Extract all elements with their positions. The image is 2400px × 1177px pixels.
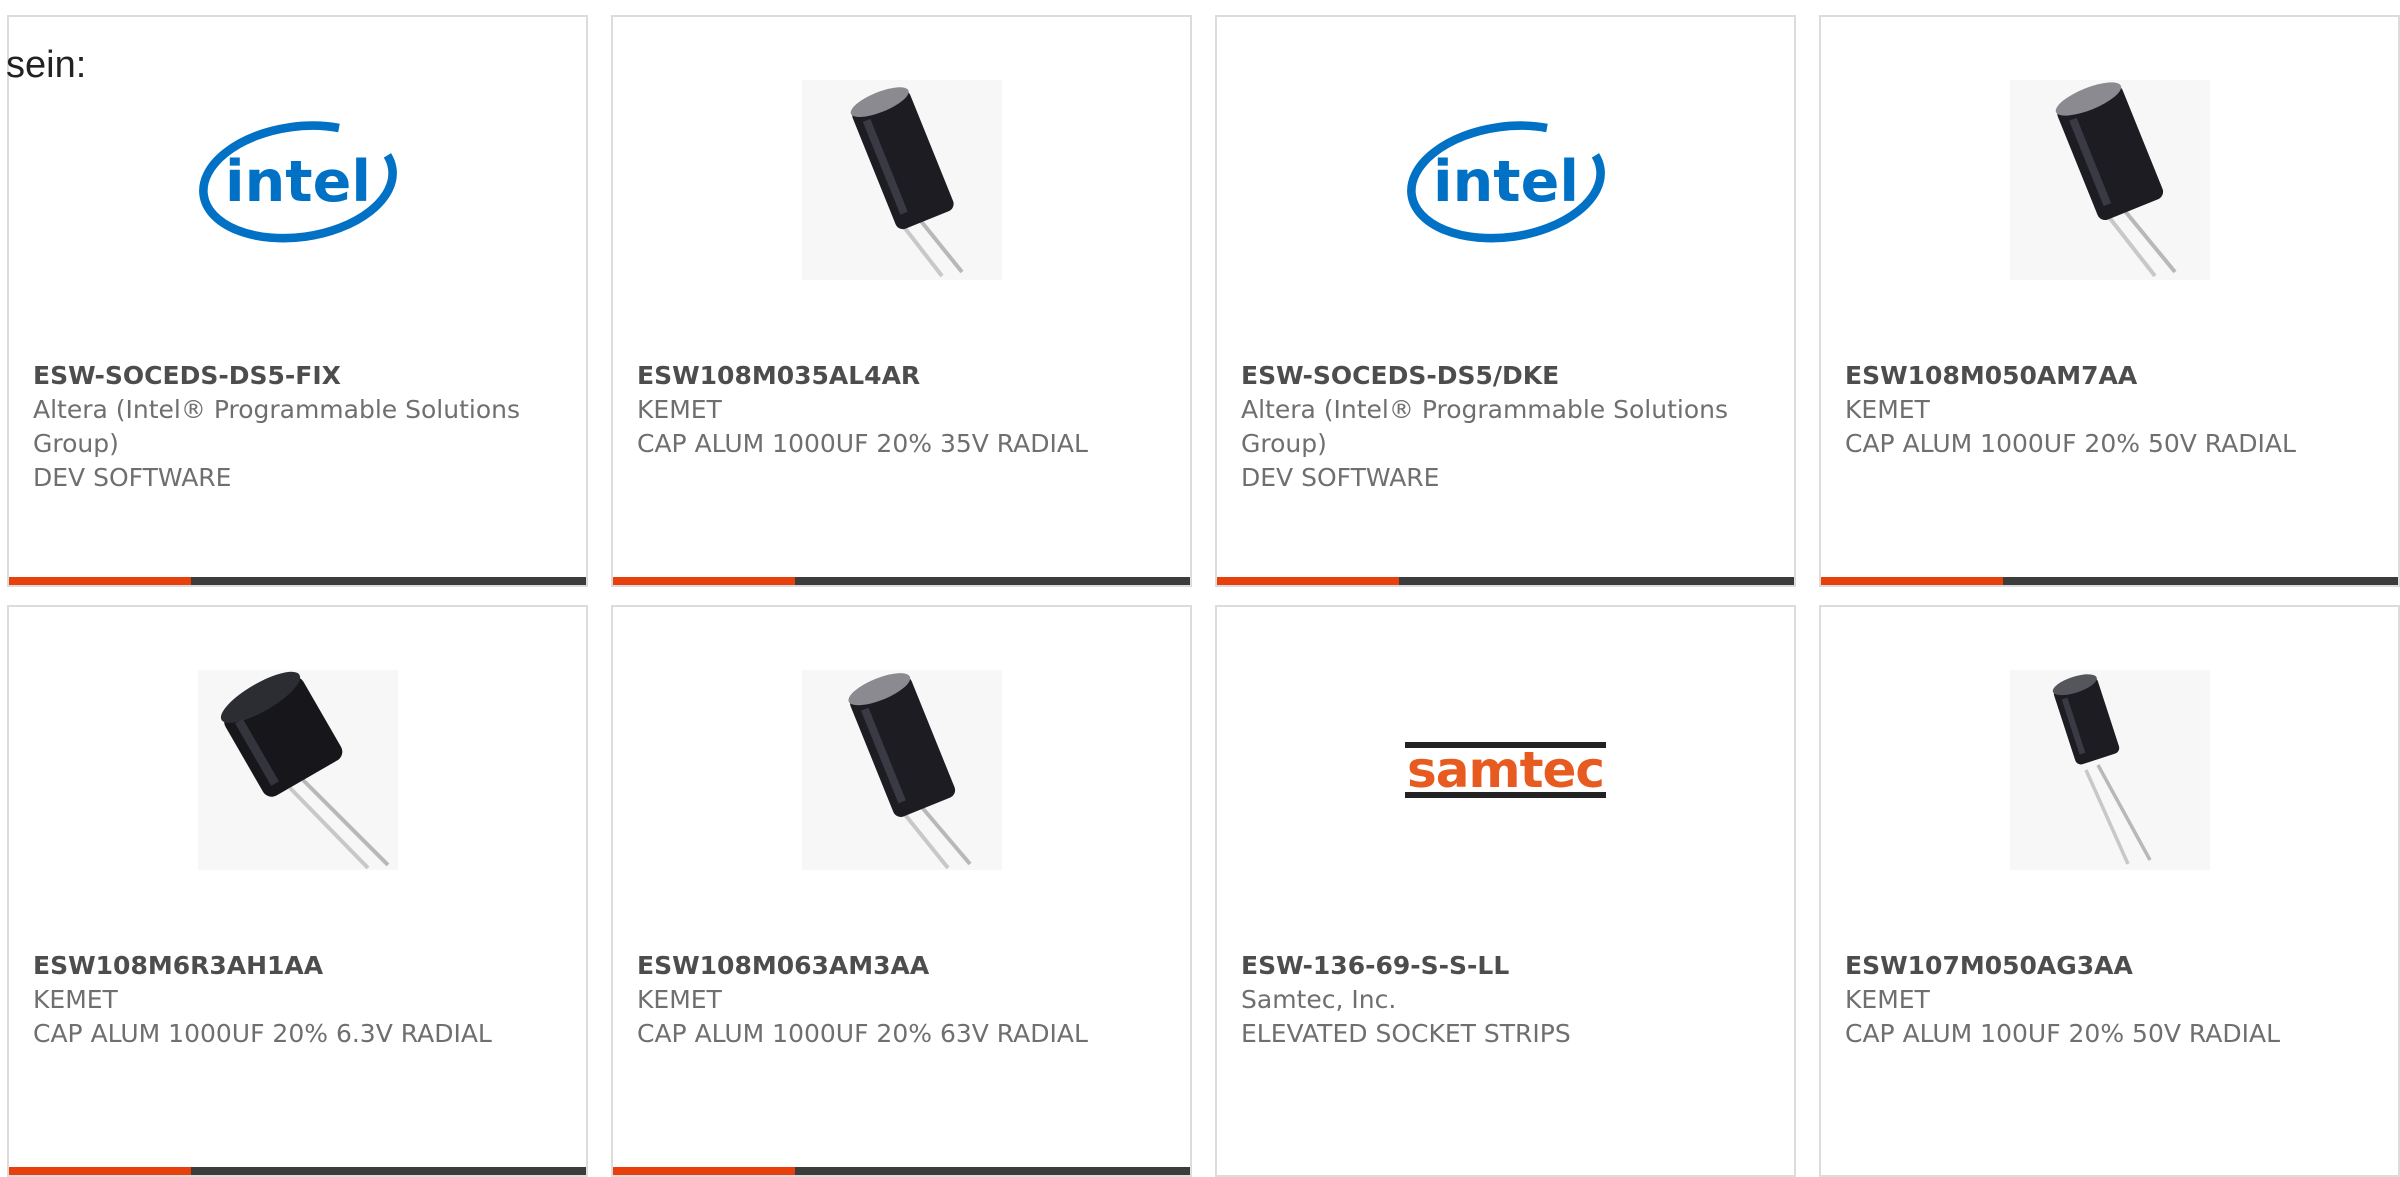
product-image[interactable]: samtec <box>1404 670 1607 870</box>
description: ELEVATED SOCKET STRIPS <box>1241 1019 1571 1048</box>
capacitor-icon <box>220 671 389 870</box>
part-number[interactable]: ESW-SOCEDS-DS5/DKE <box>1241 361 1559 390</box>
part-number[interactable]: ESW108M035AL4AR <box>637 361 920 390</box>
description: CAP ALUM 1000UF 20% 35V RADIAL <box>637 429 1088 458</box>
description: DEV SOFTWARE <box>1241 463 1440 492</box>
product-card[interactable]: ESW107M050AG3AA KEMET CAP ALUM 100UF 20%… <box>1819 605 2400 1177</box>
manufacturer: Samtec, Inc. <box>1241 985 1397 1014</box>
samtec-logo-icon: samtec <box>1404 741 1607 799</box>
product-info: ESW107M050AG3AA KEMET CAP ALUM 100UF 20%… <box>1845 949 2374 1051</box>
product-image[interactable] <box>197 670 398 870</box>
part-number[interactable]: ESW107M050AG3AA <box>1845 951 2133 980</box>
card-accent-bar <box>613 1167 795 1175</box>
card-accent-bar <box>9 1167 191 1175</box>
manufacturer: KEMET <box>1845 395 1930 424</box>
description: CAP ALUM 1000UF 20% 50V RADIAL <box>1845 429 2296 458</box>
product-grid: intel ESW-SOCEDS-DS5-FIX Altera (Intel® … <box>7 15 2400 1177</box>
product-image[interactable] <box>801 670 1002 870</box>
product-card[interactable]: intel ESW-SOCEDS-DS5-FIX Altera (Intel® … <box>7 15 588 587</box>
product-card[interactable]: intel ESW-SOCEDS-DS5/DKE Altera (Intel® … <box>1215 15 1796 587</box>
product-info: ESW-SOCEDS-DS5-FIX Altera (Intel® Progra… <box>33 359 562 495</box>
manufacturer: KEMET <box>637 985 722 1014</box>
card-accent-bar <box>613 577 795 585</box>
card-bottom-bar <box>1217 577 1794 585</box>
manufacturer: KEMET <box>1845 985 1930 1014</box>
product-card[interactable]: ESW108M035AL4AR KEMET CAP ALUM 1000UF 20… <box>611 15 1192 587</box>
product-info: ESW108M050AM7AA KEMET CAP ALUM 1000UF 20… <box>1845 359 2374 461</box>
card-accent-bar <box>1217 577 1399 585</box>
part-number[interactable]: ESW-SOCEDS-DS5-FIX <box>33 361 341 390</box>
capacitor-icon <box>2052 674 2152 865</box>
part-number[interactable]: ESW108M6R3AH1AA <box>33 951 323 980</box>
product-card[interactable]: samtec ESW-136-69-S-S-LL Samtec, Inc. EL… <box>1215 605 1796 1177</box>
card-accent-bar <box>9 577 191 585</box>
product-info: ESW108M6R3AH1AA KEMET CAP ALUM 1000UF 20… <box>33 949 562 1051</box>
description: CAP ALUM 1000UF 20% 6.3V RADIAL <box>33 1019 492 1048</box>
card-bottom-bar <box>9 1167 586 1175</box>
product-image[interactable] <box>2009 80 2210 280</box>
card-accent-bar <box>1821 577 2003 585</box>
part-number[interactable]: ESW-136-69-S-S-LL <box>1241 951 1509 980</box>
capacitor-icon <box>850 87 964 278</box>
manufacturer: Altera (Intel® Programmable Solutions Gr… <box>33 395 520 458</box>
product-card[interactable]: ESW108M050AM7AA KEMET CAP ALUM 1000UF 20… <box>1819 15 2400 587</box>
product-info: ESW-SOCEDS-DS5/DKE Altera (Intel® Progra… <box>1241 359 1770 495</box>
product-image[interactable]: intel <box>198 80 398 280</box>
intel-logo-icon: intel <box>1406 121 1605 243</box>
product-image[interactable] <box>801 80 1002 280</box>
svg-text:intel: intel <box>225 149 371 215</box>
description: CAP ALUM 1000UF 20% 63V RADIAL <box>637 1019 1088 1048</box>
part-number[interactable]: ESW108M050AM7AA <box>1845 361 2137 390</box>
card-bottom-bar <box>9 577 586 585</box>
manufacturer: Altera (Intel® Programmable Solutions Gr… <box>1241 395 1728 458</box>
svg-text:intel: intel <box>1433 149 1579 215</box>
product-card[interactable]: ESW108M6R3AH1AA KEMET CAP ALUM 1000UF 20… <box>7 605 588 1177</box>
product-info: ESW108M063AM3AA KEMET CAP ALUM 1000UF 20… <box>637 949 1166 1051</box>
product-image[interactable] <box>2009 670 2210 870</box>
product-info: ESW108M035AL4AR KEMET CAP ALUM 1000UF 20… <box>637 359 1166 461</box>
card-bottom-bar <box>613 577 1190 585</box>
card-bottom-bar <box>613 1167 1190 1175</box>
product-card[interactable]: ESW108M063AM3AA KEMET CAP ALUM 1000UF 20… <box>611 605 1192 1177</box>
description: CAP ALUM 100UF 20% 50V RADIAL <box>1845 1019 2281 1048</box>
card-bottom-bar <box>1821 577 2398 585</box>
product-info: ESW-136-69-S-S-LL Samtec, Inc. ELEVATED … <box>1241 949 1770 1051</box>
intro-text: sein: <box>6 44 87 86</box>
capacitor-icon <box>847 673 972 870</box>
capacitor-icon <box>2055 82 2177 278</box>
product-image[interactable]: intel <box>1406 80 1606 280</box>
manufacturer: KEMET <box>637 395 722 424</box>
intel-logo-icon: intel <box>198 121 397 243</box>
manufacturer: KEMET <box>33 985 118 1014</box>
description: DEV SOFTWARE <box>33 463 232 492</box>
part-number[interactable]: ESW108M063AM3AA <box>637 951 929 980</box>
